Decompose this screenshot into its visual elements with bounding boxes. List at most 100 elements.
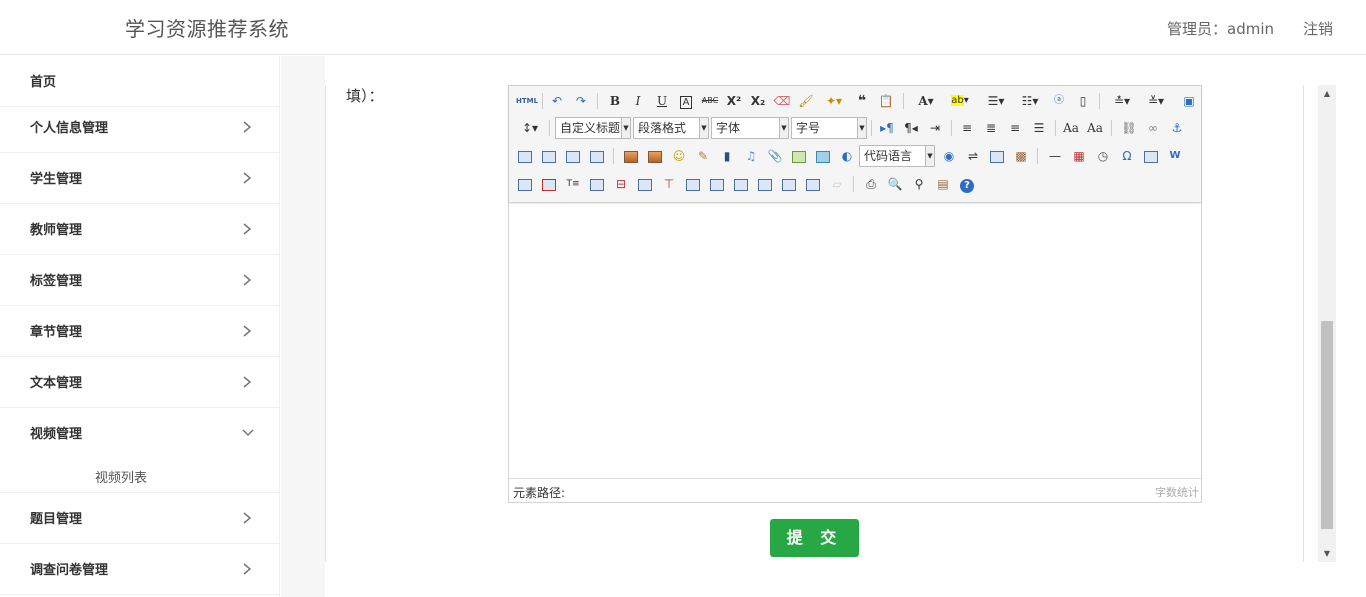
scroll-up-arrow-icon[interactable]: ▲ [1318,85,1336,102]
image-left-icon[interactable] [539,146,559,166]
highlight-color-icon[interactable]: ab▾ [945,91,975,111]
scrawl-icon[interactable]: ✎ [693,146,713,166]
merge-down-icon[interactable] [731,174,751,194]
strikethrough-button[interactable]: ABC [700,91,720,111]
anchor-icon[interactable]: ⚓ [1167,118,1187,138]
bold-button[interactable]: B [605,91,625,111]
row-spacing-top-icon[interactable]: ≛▾ [1107,91,1137,111]
sidebar-item-videos[interactable]: 视频管理 [0,408,280,459]
page-break-icon[interactable]: ⇌ [963,146,983,166]
split-to-cols-icon[interactable] [803,174,823,194]
unordered-list-icon[interactable]: ☷▾ [1015,91,1045,111]
background-icon[interactable]: ▩ [1011,146,1031,166]
special-char-icon[interactable]: Ω [1117,146,1137,166]
subscript-button[interactable]: X₂ [748,91,768,111]
search-replace-icon[interactable]: ⚲ [909,174,929,194]
unlink-icon[interactable]: ∞ [1143,118,1163,138]
paste-plain-icon[interactable]: 📋 [876,91,896,111]
submenu-item-video-list[interactable]: 视频列表 [0,458,280,493]
time-icon[interactable]: ◷ [1093,146,1113,166]
row-spacing-bottom-icon[interactable]: ≚▾ [1141,91,1171,111]
paragraph-format-select[interactable]: 段落格式 ▼ [633,117,709,139]
sidebar-item-students[interactable]: 学生管理 [0,153,280,204]
custom-heading-select[interactable]: 自定义标题 ▼ [555,117,631,139]
scrollbar-thumb[interactable] [1321,321,1333,529]
image-center-icon[interactable] [587,146,607,166]
split-to-cells-icon[interactable] [755,174,775,194]
sidebar-item-chapters[interactable]: 章节管理 [0,306,280,357]
date-icon[interactable]: ▦ [1069,146,1089,166]
snapscreen-icon[interactable] [1141,146,1161,166]
template-icon[interactable] [987,146,1007,166]
indent-icon[interactable]: ⇥ [925,118,945,138]
logout-link[interactable]: 注销 [1303,18,1333,39]
to-lowercase-icon[interactable]: Aa [1085,118,1105,138]
link-icon[interactable]: ⛓ [1119,118,1139,138]
align-right-icon[interactable]: ≡ [1005,118,1025,138]
align-center-icon[interactable]: ≣ [981,118,1001,138]
format-brush-icon[interactable]: 🖌 [796,91,816,111]
ordered-list-icon[interactable]: ☰▾ [981,91,1011,111]
sidebar-item-surveys[interactable]: 调查问卷管理 [0,544,280,595]
to-uppercase-icon[interactable]: Aa [1061,118,1081,138]
merge-right-icon[interactable] [707,174,727,194]
font-border-button[interactable]: A [676,91,696,111]
insert-frame-icon[interactable]: ◐ [837,146,857,166]
drafts-icon[interactable]: ▤ [933,174,953,194]
underline-button[interactable]: U [652,91,672,111]
scroll-down-arrow-icon[interactable]: ▼ [1318,545,1336,562]
preview-icon[interactable]: 🔍 [885,174,905,194]
delete-col-icon[interactable]: ⊤ [659,174,679,194]
print-icon[interactable]: ⎙ [861,174,881,194]
ltr-direction-icon[interactable]: ▸¶ [877,118,897,138]
insert-image-icon[interactable] [645,146,665,166]
simple-upload-icon[interactable] [621,146,641,166]
sidebar-item-texts[interactable]: 文本管理 [0,357,280,408]
align-justify-icon[interactable]: ☰ [1029,118,1049,138]
insert-video-icon[interactable]: ▮ [717,146,737,166]
font-color-icon[interactable]: A▾ [911,91,941,111]
image-right-icon[interactable] [563,146,583,166]
web-app-icon[interactable]: ◉ [939,146,959,166]
undo-button[interactable]: ↶ [547,91,567,111]
image-none-icon[interactable] [515,146,535,166]
vertical-scrollbar[interactable]: ▲ ▼ [1318,85,1336,562]
editor-content-area[interactable] [509,204,1201,478]
blockquote-icon[interactable]: ❝ [852,91,872,111]
redo-button[interactable]: ↷ [571,91,591,111]
insert-row-icon[interactable] [587,174,607,194]
attachment-icon[interactable]: 📎 [765,146,785,166]
delete-table-icon[interactable] [539,174,559,194]
select-all-icon[interactable]: ⓐ [1049,91,1069,111]
font-size-select[interactable]: 字号 ▼ [791,117,867,139]
font-family-select[interactable]: 字体 ▼ [711,117,789,139]
auto-typeset-icon[interactable]: ✦▾ [820,91,848,111]
submit-button[interactable]: 提 交 [770,519,859,557]
horizontal-rule-icon[interactable]: — [1045,146,1065,166]
word-image-icon[interactable]: W [1165,146,1185,166]
code-language-select[interactable]: 代码语言 ▼ [859,145,935,167]
html-source-button[interactable]: HTML [515,91,539,111]
sidebar-item-teachers[interactable]: 教师管理 [0,204,280,255]
insert-paragraph-before-table-icon[interactable]: T≡ [563,174,583,194]
sidebar-item-tags[interactable]: 标签管理 [0,255,280,306]
delete-row-icon[interactable]: ⊟ [611,174,631,194]
google-map-icon[interactable] [813,146,833,166]
music-icon[interactable]: ♫ [741,146,761,166]
help-icon[interactable]: ? [957,174,977,194]
superscript-button[interactable]: X² [724,91,744,111]
remove-format-icon[interactable]: ⌫ [772,91,792,111]
merge-cells-icon[interactable] [683,174,703,194]
charts-icon[interactable]: ▱ [827,174,847,194]
sidebar-item-profile[interactable]: 个人信息管理 [0,102,280,153]
sidebar-item-home[interactable]: 首页 [0,56,280,107]
emotion-icon[interactable]: ☺ [669,146,689,166]
clear-doc-icon[interactable]: ▯ [1073,91,1093,111]
insert-table-icon[interactable] [515,174,535,194]
rtl-direction-icon[interactable]: ¶◂ [901,118,921,138]
italic-button[interactable]: I [628,91,648,111]
insert-col-icon[interactable] [635,174,655,194]
sidebar-item-questions[interactable]: 题目管理 [0,493,280,544]
align-left-icon[interactable]: ≡ [957,118,977,138]
preview-monitor-icon[interactable]: ▣ [1179,91,1199,111]
